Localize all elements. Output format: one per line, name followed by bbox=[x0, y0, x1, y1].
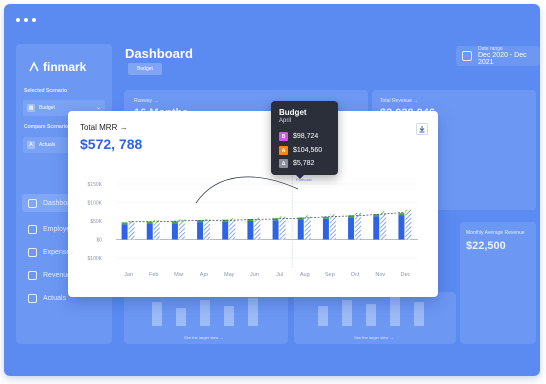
chart-bar-actual bbox=[121, 224, 128, 240]
x-tick-label: Sep bbox=[325, 272, 335, 278]
compare-scenario-value: Actuals bbox=[39, 142, 56, 148]
x-tick-label: May bbox=[224, 272, 235, 278]
bg-bars-middle bbox=[294, 292, 456, 326]
tooltip-value: $98,724 bbox=[293, 133, 319, 140]
x-tick-label: Jan bbox=[124, 272, 133, 278]
chart-bar-cap bbox=[121, 222, 128, 225]
y-tick-label: $50K bbox=[90, 219, 102, 225]
monthly-average-value: $22,500 bbox=[466, 240, 506, 252]
x-tick-label: Feb bbox=[149, 272, 158, 278]
tooltip-key-b: B bbox=[279, 132, 288, 141]
date-range-picker[interactable]: Date range Dec 2020 - Dec 2021 bbox=[456, 46, 540, 66]
actuals-icon bbox=[28, 293, 37, 303]
monthly-average-card[interactable]: Monthly Average Revenue $22,500 bbox=[460, 222, 536, 344]
chart-bar-actual bbox=[247, 221, 254, 240]
logo-text: finmark bbox=[43, 60, 87, 74]
tooltip-row-budget: B $98,724 bbox=[279, 132, 318, 141]
trend-line bbox=[128, 211, 406, 223]
calendar-icon bbox=[462, 51, 472, 61]
forecast-label: Forecast bbox=[296, 177, 312, 182]
runway-title: Runway → bbox=[134, 98, 159, 104]
x-tick-label: Mar bbox=[174, 272, 184, 278]
bg-bars-left bbox=[124, 292, 288, 326]
chart-bar-cap bbox=[171, 221, 178, 224]
chart-bar-budget bbox=[405, 212, 412, 240]
x-tick-label: Apr bbox=[200, 272, 209, 278]
tooltip-subtitle: April bbox=[279, 118, 292, 124]
chart-bar-budget bbox=[178, 222, 185, 240]
date-range-value: Dec 2020 - Dec 2021 bbox=[478, 52, 527, 66]
dashboard-icon bbox=[28, 198, 37, 208]
chart-bar-budget bbox=[204, 222, 211, 240]
finmark-logo-icon bbox=[29, 61, 39, 72]
chart-bar-budget bbox=[355, 215, 362, 240]
page-title: Dashboard bbox=[125, 46, 193, 61]
chart-bar-budget bbox=[128, 223, 135, 240]
chart-bar-cap bbox=[405, 209, 412, 213]
chart-bar-budget bbox=[153, 223, 160, 240]
chart-bar-budget bbox=[279, 219, 286, 240]
chart-bar-actual bbox=[171, 223, 178, 240]
y-tick-label: $100K bbox=[88, 256, 103, 262]
bottom-middle-card[interactable]: See the larger view → bbox=[294, 292, 456, 344]
see-report-link[interactable]: See the larger view → bbox=[184, 335, 223, 340]
x-tick-label: Dec bbox=[401, 272, 411, 278]
x-tick-label: Aug bbox=[300, 272, 310, 278]
chart-bar-cap bbox=[398, 213, 405, 216]
chart-bar-budget bbox=[380, 214, 387, 240]
tooltip-connector bbox=[195, 176, 299, 204]
scenario-icon: ▦ bbox=[27, 104, 35, 112]
chart-bar-actual bbox=[146, 223, 153, 240]
chart-bar-actual bbox=[272, 220, 279, 240]
tooltip-row-delta: Δ $5,782 bbox=[279, 159, 314, 168]
tooltip-title: Budget bbox=[279, 108, 307, 117]
compare-scenario-label: Compare Scenario bbox=[24, 124, 69, 130]
sidebar-item-label: Revenue bbox=[43, 271, 72, 279]
budget-tooltip: Budget April B $98,724 A $104,560 Δ $5,7… bbox=[271, 101, 338, 175]
expenses-icon bbox=[28, 247, 37, 257]
chart-bar-actual bbox=[222, 221, 229, 240]
mrr-chart: $150K $100K $50K $0 $100K Jan Feb Mar Apr May Jun J… bbox=[88, 173, 418, 278]
chart-bar-budget bbox=[304, 218, 311, 240]
tooltip-row-actuals: A $104,560 bbox=[279, 146, 322, 155]
x-tick-label: Nov bbox=[375, 272, 385, 278]
see-report-link[interactable]: See the larger view → bbox=[354, 335, 393, 340]
logo: finmark bbox=[28, 60, 86, 74]
chart-bar-actual bbox=[297, 219, 304, 240]
chart-bar-budget bbox=[329, 217, 336, 240]
y-tick-label: $150K bbox=[88, 182, 103, 188]
bottom-left-card[interactable]: See the larger view → bbox=[124, 292, 288, 344]
x-tick-label: Oct bbox=[351, 272, 360, 278]
tooltip-value: $104,560 bbox=[293, 147, 323, 154]
employees-icon bbox=[28, 224, 37, 234]
chart-bar-actual bbox=[398, 215, 405, 240]
chart-bar-cap bbox=[329, 214, 336, 218]
compare-scenario-key: A bbox=[27, 141, 35, 149]
chart-bar-actual bbox=[322, 218, 329, 240]
y-tick-label: $100K bbox=[88, 201, 103, 207]
y-tick-label: $0 bbox=[96, 238, 102, 244]
chevron-down-icon: ⌄ bbox=[95, 105, 101, 111]
tooltip-key-delta: Δ bbox=[279, 159, 288, 168]
scenario-badge[interactable]: Budget bbox=[128, 63, 162, 75]
total-revenue-title: Total Revenue → bbox=[380, 98, 419, 104]
tooltip-key-a: A bbox=[279, 146, 288, 155]
total-mrr-card: Total MRR → $572, 788 $150K $100K $50K $0 $1… bbox=[68, 111, 438, 297]
chart-bar-budget bbox=[254, 220, 261, 240]
x-tick-label: Jul bbox=[276, 272, 283, 278]
window-controls[interactable] bbox=[16, 18, 36, 22]
sidebar-item-label: Actuals bbox=[43, 294, 66, 302]
x-tick-label: Jun bbox=[250, 272, 259, 278]
chart-bar-actual bbox=[348, 217, 355, 240]
chart-bar-actual bbox=[373, 216, 380, 240]
selected-scenario-label: Selected Scenario bbox=[24, 88, 68, 94]
selected-scenario-value: Budget bbox=[39, 105, 55, 111]
tooltip-value: $5,782 bbox=[293, 160, 315, 167]
chart-bar-actual bbox=[197, 222, 204, 240]
monthly-average-title: Monthly Average Revenue bbox=[466, 230, 525, 236]
revenue-icon bbox=[28, 270, 37, 280]
chart-bar-budget bbox=[229, 221, 236, 240]
